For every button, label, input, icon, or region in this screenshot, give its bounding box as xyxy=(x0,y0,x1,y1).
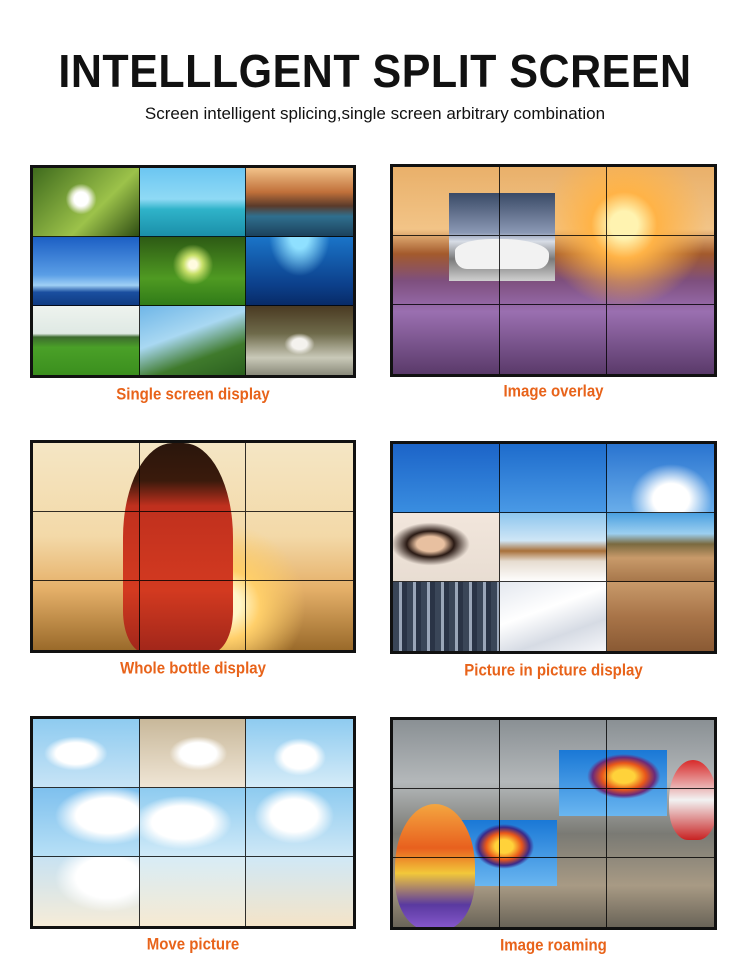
desert-road-tile xyxy=(607,513,714,582)
clouds-tile xyxy=(139,857,247,926)
move-picture-panel xyxy=(30,716,356,929)
blue-sky-tile xyxy=(500,444,607,513)
single-screen-tiles xyxy=(33,168,353,375)
woman-portrait-tile xyxy=(393,513,500,582)
image-overlay-panel xyxy=(390,164,717,377)
flower-tile xyxy=(33,168,140,237)
car-shape xyxy=(455,239,549,269)
image-roaming-caption: Image roaming xyxy=(500,936,607,955)
car-overlay xyxy=(449,193,555,281)
woman-road-tile xyxy=(246,306,353,375)
page-subtitle: Screen intelligent splicing,single scree… xyxy=(144,104,606,123)
snow-tile xyxy=(500,582,607,651)
pip-panel xyxy=(390,441,717,654)
dove-tail-tile xyxy=(33,857,140,926)
dove-tile xyxy=(139,719,247,788)
dove-tile xyxy=(33,719,140,788)
page-title: INTELLLGENT SPLIT SCREEN xyxy=(58,46,692,98)
driftwood-tile xyxy=(500,513,607,582)
balloon-window xyxy=(559,750,667,816)
dove-tile xyxy=(246,788,353,857)
woman-silhouette xyxy=(123,443,233,650)
pip-caption: Picture in picture display xyxy=(464,661,643,680)
move-picture-tiles xyxy=(33,719,353,926)
dove-wing-tile xyxy=(33,788,140,857)
large-balloon xyxy=(395,804,475,927)
mountain-lake-tile xyxy=(246,168,353,237)
pip-tiles xyxy=(393,444,714,651)
meadow-tile xyxy=(33,306,140,375)
dove-tile xyxy=(246,719,353,788)
dove-body-tile xyxy=(139,788,247,857)
single-screen-panel xyxy=(30,165,356,378)
red-balloon xyxy=(669,760,714,840)
move-picture-caption: Move picture xyxy=(146,935,240,954)
whole-display-panel xyxy=(30,440,356,653)
green-forest-tile xyxy=(139,237,247,306)
clouds-tile xyxy=(607,444,714,513)
blue-sky-sea-tile xyxy=(33,237,140,306)
palm-beach-tile xyxy=(139,168,247,237)
city-tile xyxy=(393,582,500,651)
whole-display-caption: Whole bottle display xyxy=(120,659,266,678)
image-overlay-caption: Image overlay xyxy=(503,382,604,401)
palm-trees-tile xyxy=(139,306,247,375)
blue-sky-tile xyxy=(393,444,500,513)
clouds-tile xyxy=(246,857,353,926)
sand-tile xyxy=(607,582,714,651)
image-roaming-panel xyxy=(390,717,717,930)
single-screen-caption: Single screen display xyxy=(116,385,270,404)
underwater-tile xyxy=(246,237,353,306)
